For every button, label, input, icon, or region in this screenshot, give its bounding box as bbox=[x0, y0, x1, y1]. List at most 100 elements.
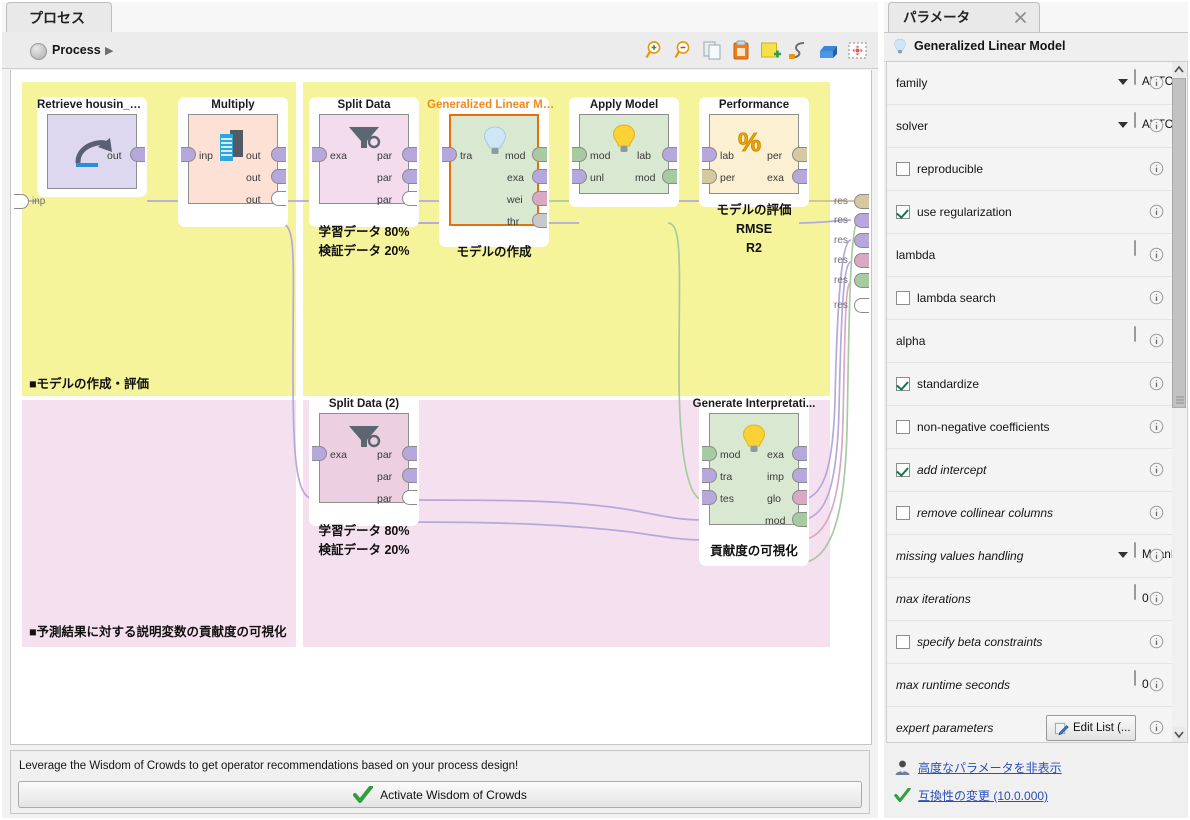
select-family[interactable]: AUTO bbox=[1118, 69, 1172, 88]
checkbox-non-negative-coefficients[interactable] bbox=[896, 420, 910, 434]
parameter-row-max-runtime-seconds[interactable]: max runtime seconds 0 bbox=[887, 664, 1172, 707]
info-icon[interactable] bbox=[1149, 548, 1164, 563]
operator-output-port-thr[interactable] bbox=[532, 213, 547, 228]
operator-performance[interactable]: Performance % lab per per exa モデルの評価 RMS… bbox=[699, 97, 809, 255]
parameters-scrollbar[interactable] bbox=[1172, 61, 1188, 743]
operator-output-port-lab[interactable] bbox=[662, 147, 677, 162]
input-max-iterations[interactable]: 0 bbox=[1134, 584, 1149, 605]
parameter-row-expert-parameters[interactable]: expert parameters Edit List (... bbox=[887, 707, 1172, 742]
info-icon[interactable] bbox=[1149, 677, 1164, 692]
operator-output-port-exa[interactable] bbox=[792, 446, 807, 461]
scrollbar-thumb[interactable] bbox=[1172, 78, 1186, 408]
operator-output-port-out-3[interactable] bbox=[271, 191, 286, 206]
close-icon[interactable] bbox=[1014, 11, 1027, 24]
canvas-input-port[interactable] bbox=[14, 194, 29, 209]
info-icon[interactable] bbox=[1149, 204, 1164, 219]
parameter-row-add-intercept[interactable]: add intercept bbox=[887, 449, 1172, 492]
info-icon[interactable] bbox=[1149, 591, 1164, 606]
info-icon[interactable] bbox=[1149, 333, 1164, 348]
operator-output-port-wei[interactable] bbox=[532, 191, 547, 206]
info-icon[interactable] bbox=[1149, 75, 1164, 90]
button-expert-parameters[interactable]: Edit List (... bbox=[1046, 715, 1136, 741]
auto-wire-icon[interactable] bbox=[787, 38, 812, 63]
parameters-list[interactable]: family AUTO solver AUTO reproducible use regu… bbox=[886, 61, 1172, 743]
operator-output-port-out-1[interactable] bbox=[271, 147, 286, 162]
select-missing-values-handling[interactable]: MeanImpu... bbox=[1118, 542, 1172, 561]
operator-output-port-par-3[interactable] bbox=[402, 490, 417, 505]
scroll-up-button[interactable] bbox=[1172, 62, 1186, 77]
select-solver[interactable]: AUTO bbox=[1118, 112, 1172, 131]
operator-output-port-mod[interactable] bbox=[792, 512, 807, 527]
operator-split-data[interactable]: Split Data exa par par par 学習データ 80% 検証デ… bbox=[309, 97, 419, 258]
arrange-icon[interactable] bbox=[816, 38, 841, 63]
tab-process[interactable]: プロセス bbox=[6, 2, 112, 32]
operator-body[interactable] bbox=[449, 114, 539, 226]
hide-advanced-parameters-link[interactable]: 高度なパラメータを非表示 bbox=[918, 759, 1062, 776]
operator-output-port-par-1[interactable] bbox=[402, 446, 417, 461]
activate-wisdom-of-crowds-button[interactable]: Activate Wisdom of Crowds bbox=[18, 781, 862, 808]
fit-to-screen-icon[interactable] bbox=[845, 38, 870, 63]
parameter-row-reproducible[interactable]: reproducible bbox=[887, 148, 1172, 191]
operator-split-data-2[interactable]: Split Data (2) exa par par par 学習データ 80%… bbox=[309, 396, 419, 557]
operator-input-port-mod[interactable] bbox=[702, 446, 717, 461]
operator-output-port-glo[interactable] bbox=[792, 490, 807, 505]
operator-input-port-exa[interactable] bbox=[312, 446, 327, 461]
operator-input-port-mod[interactable] bbox=[572, 147, 587, 162]
operator-input-port-lab[interactable] bbox=[702, 147, 717, 162]
canvas-result-port-3[interactable] bbox=[854, 233, 869, 248]
info-icon[interactable] bbox=[1149, 462, 1164, 477]
paste-icon[interactable] bbox=[729, 38, 754, 63]
canvas-result-port-2[interactable] bbox=[854, 213, 869, 228]
operator-apply-model[interactable]: Apply Model mod unl lab mod bbox=[569, 97, 679, 207]
operator-input-port-unl[interactable] bbox=[572, 169, 587, 184]
info-icon[interactable] bbox=[1149, 376, 1164, 391]
add-note-icon[interactable] bbox=[758, 38, 783, 63]
operator-input-port-inp[interactable] bbox=[181, 147, 196, 162]
parameter-row-missing-values-handling[interactable]: missing values handling MeanImpu... bbox=[887, 535, 1172, 578]
operator-multiply[interactable]: Multiply inp out out out bbox=[178, 97, 288, 227]
tab-parameters[interactable]: パラメータ bbox=[888, 2, 1040, 32]
operator-input-port-tes[interactable] bbox=[702, 490, 717, 505]
input-alpha[interactable] bbox=[1134, 326, 1136, 342]
parameter-row-alpha[interactable]: alpha bbox=[887, 320, 1172, 363]
canvas-result-port-6[interactable] bbox=[854, 298, 869, 313]
parameter-row-family[interactable]: family AUTO bbox=[887, 62, 1172, 105]
zoom-in-icon[interactable] bbox=[642, 38, 667, 63]
operator-output-port-mod[interactable] bbox=[532, 147, 547, 162]
parameter-row-use-regularization[interactable]: use regularization bbox=[887, 191, 1172, 234]
change-compatibility-row[interactable]: 互換性の変更 (10.0.000) bbox=[894, 787, 1048, 804]
canvas-result-port-5[interactable] bbox=[854, 273, 869, 288]
info-icon[interactable] bbox=[1149, 419, 1164, 434]
operator-retrieve-housing-data[interactable]: Retrieve housin_data out bbox=[37, 97, 147, 197]
operator-output-port-par-2[interactable] bbox=[402, 169, 417, 184]
checkbox-remove-collinear-columns[interactable] bbox=[896, 506, 910, 520]
operator-output-port-exa[interactable] bbox=[532, 169, 547, 184]
info-icon[interactable] bbox=[1149, 118, 1164, 133]
operator-body[interactable] bbox=[47, 114, 137, 189]
checkbox-add-intercept[interactable] bbox=[896, 463, 910, 477]
operator-body[interactable] bbox=[709, 413, 799, 525]
operator-output-port-per[interactable] bbox=[792, 147, 807, 162]
operator-output-port-out-2[interactable] bbox=[271, 169, 286, 184]
operator-output-port-out[interactable] bbox=[130, 147, 145, 162]
info-icon[interactable] bbox=[1149, 161, 1164, 176]
operator-output-port-exa[interactable] bbox=[792, 169, 807, 184]
operator-output-port-par-1[interactable] bbox=[402, 147, 417, 162]
canvas-result-port-1[interactable] bbox=[854, 194, 869, 209]
parameter-row-non-negative-coefficients[interactable]: non-negative coefficients bbox=[887, 406, 1172, 449]
checkbox-use-regularization[interactable] bbox=[896, 205, 910, 219]
hide-advanced-parameters-row[interactable]: 高度なパラメータを非表示 bbox=[894, 759, 1062, 776]
info-icon[interactable] bbox=[1149, 290, 1164, 305]
checkbox-specify-beta-constraints[interactable] bbox=[896, 635, 910, 649]
operator-output-port-imp[interactable] bbox=[792, 468, 807, 483]
checkbox-lambda-search[interactable] bbox=[896, 291, 910, 305]
scroll-down-button[interactable] bbox=[1172, 727, 1186, 742]
operator-input-port-exa[interactable] bbox=[312, 147, 327, 162]
operator-output-port-par-3[interactable] bbox=[402, 191, 417, 206]
process-canvas[interactable]: ■モデルの作成・評価 ■予測結果に対する説明変数の貢献度の可視化 inp res… bbox=[10, 70, 872, 745]
parameter-row-lambda-search[interactable]: lambda search bbox=[887, 277, 1172, 320]
parameter-row-standardize[interactable]: standardize bbox=[887, 363, 1172, 406]
info-icon[interactable] bbox=[1149, 247, 1164, 262]
copy-icon[interactable] bbox=[700, 38, 725, 63]
info-icon[interactable] bbox=[1149, 505, 1164, 520]
